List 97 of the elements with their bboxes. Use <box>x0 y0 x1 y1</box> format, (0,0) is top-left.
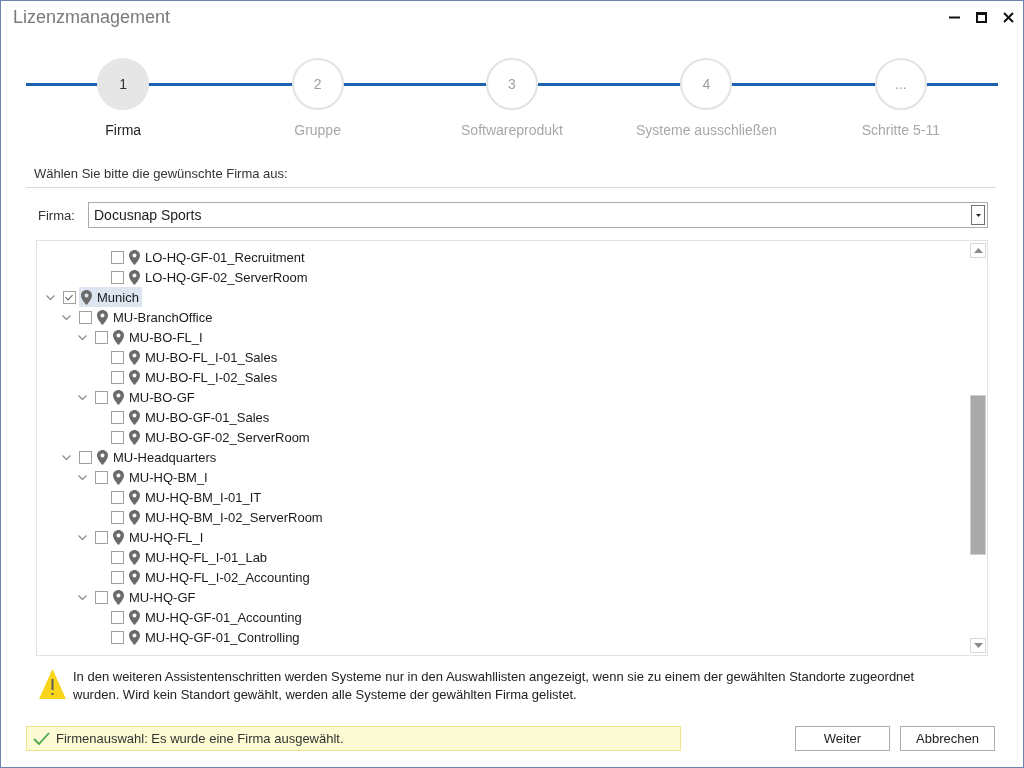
maximize-icon[interactable] <box>976 12 987 23</box>
location-pin-icon <box>97 449 108 465</box>
tree-item[interactable]: MU-BranchOffice <box>95 307 216 327</box>
checkbox[interactable] <box>79 310 92 324</box>
checkbox[interactable] <box>63 290 76 304</box>
tree-item[interactable]: MU-HQ-FL_I-02_Accounting <box>127 567 313 587</box>
location-pin-icon <box>113 529 124 545</box>
location-pin-icon <box>113 389 124 405</box>
location-pin-icon <box>129 369 140 385</box>
chevron-down-icon[interactable] <box>45 294 55 300</box>
checkbox[interactable] <box>111 370 124 384</box>
company-label: Firma: <box>38 207 76 223</box>
tree-item[interactable]: MU-BO-GF <box>111 387 198 407</box>
checkbox[interactable] <box>111 610 124 624</box>
location-pin-icon <box>113 589 124 605</box>
tree-item[interactable]: Munich <box>79 287 142 307</box>
checkbox[interactable] <box>95 470 108 484</box>
tree-item[interactable]: MU-HQ-FL_I <box>111 527 207 547</box>
warning-text: In den weiteren Assistentenschritten werden Systeme nur in den Auswahllisten angezeigt, wenn sie zu einem der gewählten Standorte zugeordnet wurden. Wird kein Standort gewählt, werden alle Systeme der gewählten Firma gelistet. <box>73 668 916 704</box>
location-pin-icon <box>129 429 140 445</box>
checkbox[interactable] <box>95 330 108 344</box>
tree-item[interactable]: MU-HQ-GF-01_Accounting <box>127 607 305 627</box>
checkbox[interactable] <box>111 570 124 584</box>
step-circle: 4 <box>680 58 733 110</box>
tree-item[interactable]: MU-BO-FL_I-02_Sales <box>127 367 281 387</box>
checkbox[interactable] <box>111 550 124 564</box>
step-circle: 3 <box>486 58 538 110</box>
tree-item[interactable]: MU-BO-FL_I-01_Sales <box>127 347 281 367</box>
warning-icon <box>39 669 66 699</box>
tree-item[interactable]: MU-HQ-BM_I-02_ServerRoom <box>127 507 326 527</box>
location-pin-icon <box>129 569 140 585</box>
cancel-button[interactable]: Abbrechen <box>900 726 995 751</box>
location-pin-icon <box>129 349 140 365</box>
tree-item[interactable]: MU-HQ-GF-01_Controlling <box>127 627 303 647</box>
checkbox[interactable] <box>95 530 108 544</box>
close-icon[interactable] <box>1003 12 1014 23</box>
caret-down-icon <box>975 213 981 217</box>
instruction-text: Wählen Sie bitte die gewünschte Firma aus: <box>34 166 288 181</box>
checkbox[interactable] <box>111 630 124 644</box>
location-pin-icon <box>129 409 140 425</box>
location-pin-icon <box>129 629 140 645</box>
chevron-down-icon[interactable] <box>77 474 87 480</box>
scroll-up-button[interactable] <box>970 243 986 258</box>
checkbox[interactable] <box>111 350 124 364</box>
checkbox[interactable] <box>95 590 108 604</box>
location-pin-icon <box>113 469 124 485</box>
location-pin-icon <box>129 609 140 625</box>
location-pin-icon <box>81 289 92 305</box>
tree-item[interactable]: MU-HQ-FL_I-01_Lab <box>127 547 271 567</box>
location-pin-icon <box>113 329 124 345</box>
step-label: Schritte 5-11 <box>861 122 940 139</box>
step-label: Systeme ausschließen <box>636 122 777 139</box>
company-dropdown[interactable]: Docusnap Sports <box>88 202 988 228</box>
checkbox[interactable] <box>111 490 124 504</box>
dropdown-button[interactable] <box>971 205 985 225</box>
location-pin-icon <box>129 509 140 525</box>
location-pin-icon <box>129 269 140 285</box>
step-label: Softwareprodukt <box>461 122 563 139</box>
chevron-down-icon[interactable] <box>77 594 87 600</box>
step-label: Firma <box>105 122 142 139</box>
step-label: Gruppe <box>294 122 341 139</box>
checkbox[interactable] <box>95 390 108 404</box>
tree-item[interactable]: LO-HQ-GF-01_Recruitment <box>127 247 308 267</box>
chevron-down-icon[interactable] <box>77 394 87 400</box>
tree-item[interactable]: MU-HQ-BM_I-01_IT <box>127 487 265 507</box>
tree-item[interactable]: MU-BO-FL_I <box>111 327 206 347</box>
location-pin-icon <box>97 309 108 325</box>
scroll-down-button[interactable] <box>970 638 986 653</box>
tree-item[interactable]: MU-HQ-BM_I <box>111 467 211 487</box>
tree-item[interactable]: MU-HQ-GF <box>111 587 199 607</box>
step-circle: 2 <box>291 58 344 110</box>
window-title: Lizenzmanagement <box>13 7 171 28</box>
tree-item[interactable]: MU-Headquarters <box>95 447 220 467</box>
triangle-up-icon <box>973 248 983 253</box>
check-icon <box>33 732 50 745</box>
checkbox[interactable] <box>111 510 124 524</box>
checkbox[interactable] <box>79 450 92 464</box>
chevron-down-icon[interactable] <box>77 334 87 340</box>
location-pin-icon <box>129 249 140 265</box>
checkbox[interactable] <box>111 410 124 424</box>
location-pin-icon <box>129 549 140 565</box>
chevron-down-icon[interactable] <box>61 454 71 460</box>
location-pin-icon <box>129 489 140 505</box>
triangle-down-icon <box>973 643 983 648</box>
checkbox[interactable] <box>111 430 124 444</box>
step-circle: ... <box>874 58 927 110</box>
checkbox[interactable] <box>111 270 124 284</box>
checkbox[interactable] <box>111 250 124 264</box>
chevron-down-icon[interactable] <box>77 534 87 540</box>
tree-item[interactable]: LO-HQ-GF-02_ServerRoom <box>127 267 311 287</box>
tree-item[interactable]: MU-BO-GF-01_Sales <box>127 407 273 427</box>
status-text: Firmenauswahl: Es wurde eine Firma ausgewählt. <box>56 731 344 746</box>
next-button[interactable]: Weiter <box>795 726 890 751</box>
scrollbar-thumb[interactable] <box>970 395 986 555</box>
tree-item[interactable]: MU-BO-GF-02_ServerRoom <box>127 427 313 447</box>
chevron-down-icon[interactable] <box>61 314 71 320</box>
step-circle: 1 <box>97 58 150 110</box>
